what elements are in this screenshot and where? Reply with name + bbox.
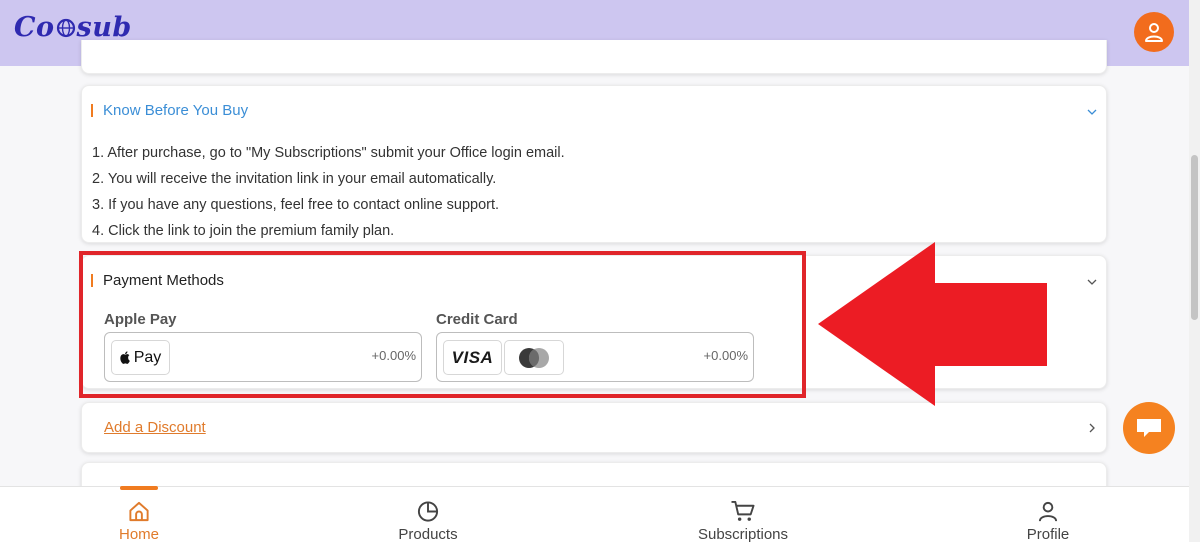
highlight-box (79, 251, 806, 398)
chat-icon (1137, 419, 1161, 437)
cart-icon (731, 500, 755, 521)
chevron-right-icon[interactable] (1086, 422, 1098, 434)
know-before-you-buy-card: Know Before You Buy 1. After purchase, g… (81, 85, 1107, 243)
logo-globe-icon (56, 18, 75, 37)
bottom-navigation: Home Products Subscriptions Profile (0, 486, 1189, 542)
nav-subscriptions[interactable]: Subscriptions (683, 487, 803, 542)
logo-text-start: Co (14, 12, 55, 43)
pie-chart-icon (417, 501, 439, 522)
account-avatar-button[interactable] (1134, 12, 1174, 52)
user-icon (1145, 23, 1163, 42)
know-list: 1. After purchase, go to "My Subscriptio… (92, 140, 565, 244)
home-icon (129, 501, 149, 522)
nav-profile[interactable]: Profile (988, 487, 1108, 542)
section-accent-bar (91, 104, 93, 117)
nav-home-label: Home (118, 526, 159, 542)
red-arrow-annotation (818, 242, 1047, 406)
chevron-down-icon[interactable] (1086, 106, 1098, 118)
chevron-down-icon[interactable] (1086, 276, 1098, 288)
nav-products[interactable]: Products (368, 487, 488, 542)
know-section-title: Know Before You Buy (103, 102, 249, 119)
nav-profile-label: Profile (1026, 526, 1070, 542)
list-item: 4. Click the link to join the premium fa… (92, 223, 395, 239)
add-discount-link[interactable]: Add a Discount (104, 419, 206, 436)
logo-text-end: sub (76, 12, 132, 43)
know-section-header[interactable]: Know Before You Buy (91, 102, 248, 119)
list-item: 2. You will receive the invitation link … (92, 171, 497, 187)
active-tab-indicator (120, 486, 158, 490)
nav-home[interactable]: Home (79, 486, 199, 542)
list-item: 3. If you have any questions, feel free … (92, 197, 500, 213)
scrollbar-thumb[interactable] (1191, 155, 1198, 320)
page-scrollbar[interactable] (1189, 0, 1200, 542)
discount-card[interactable]: Add a Discount (81, 402, 1107, 453)
nav-products-label: Products (398, 526, 458, 542)
previous-section-card (81, 40, 1107, 74)
coosub-logo[interactable]: Co sub (14, 12, 132, 43)
user-icon (1038, 501, 1058, 522)
chat-support-button[interactable] (1123, 402, 1175, 454)
nav-subscriptions-label: Subscriptions (697, 526, 789, 542)
list-item: 1. After purchase, go to "My Subscriptio… (92, 145, 565, 161)
